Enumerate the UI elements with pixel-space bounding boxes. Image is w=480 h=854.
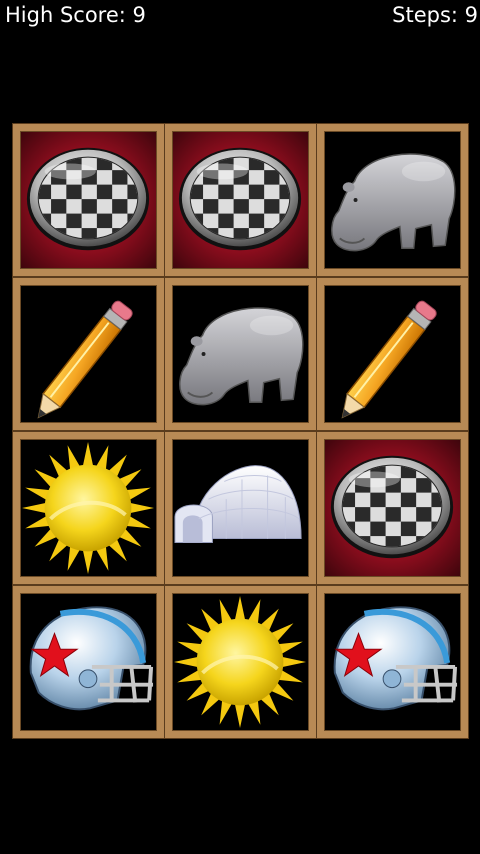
card-face bbox=[324, 593, 461, 731]
hud-bar: High Score: 9 Steps: 9 bbox=[0, 0, 480, 32]
high-score-label: High Score: 9 bbox=[5, 3, 146, 27]
card-r3-c2[interactable] bbox=[165, 432, 316, 584]
card-face bbox=[324, 285, 461, 423]
pencil-icon bbox=[37, 300, 133, 419]
matched-card-face bbox=[20, 131, 157, 269]
card-r2-c3[interactable] bbox=[317, 278, 468, 430]
card-r1-c3[interactable] bbox=[317, 124, 468, 276]
sun-icon bbox=[21, 441, 155, 575]
card-r1-c2[interactable] bbox=[165, 124, 316, 276]
card-r4-c3[interactable] bbox=[317, 586, 468, 738]
checker-disc-icon bbox=[178, 147, 302, 251]
memory-board bbox=[13, 124, 468, 738]
sun-icon bbox=[173, 595, 307, 729]
card-r2-c2[interactable] bbox=[165, 278, 316, 430]
card-r1-c1[interactable] bbox=[13, 124, 164, 276]
matched-card-face bbox=[172, 131, 309, 269]
card-face bbox=[20, 593, 157, 731]
card-r3-c3[interactable] bbox=[317, 432, 468, 584]
igloo-icon bbox=[174, 465, 302, 543]
hippo-icon bbox=[331, 153, 456, 252]
steps-counter: Steps: 9 bbox=[392, 3, 478, 27]
card-r3-c1[interactable] bbox=[13, 432, 164, 584]
checker-disc-icon bbox=[330, 455, 454, 559]
card-face bbox=[324, 131, 461, 269]
card-r4-c1[interactable] bbox=[13, 586, 164, 738]
card-face bbox=[20, 439, 157, 577]
hippo-icon bbox=[179, 307, 304, 406]
card-face bbox=[20, 285, 157, 423]
card-face bbox=[172, 285, 309, 423]
checker-disc-icon bbox=[26, 147, 150, 251]
matched-card-face bbox=[324, 439, 461, 577]
card-face bbox=[172, 593, 309, 731]
pencil-icon bbox=[341, 300, 437, 419]
card-r4-c2[interactable] bbox=[165, 586, 316, 738]
helmet-icon bbox=[29, 606, 154, 711]
card-r2-c1[interactable] bbox=[13, 278, 164, 430]
helmet-icon bbox=[333, 606, 458, 711]
card-face bbox=[172, 439, 309, 577]
